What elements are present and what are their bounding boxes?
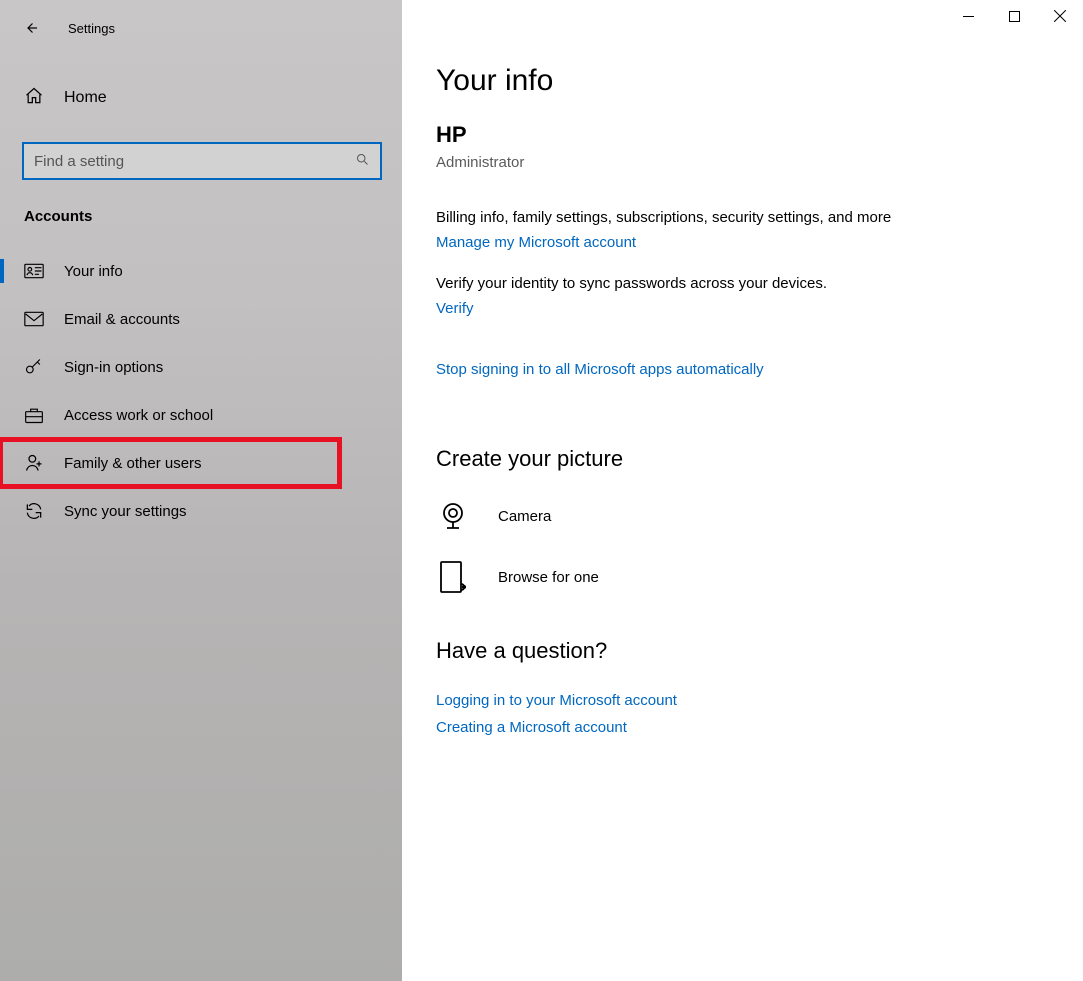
sidebar: Settings Home Accounts Your info Email &… xyxy=(0,0,402,981)
browse-option[interactable]: Browse for one xyxy=(436,560,1083,594)
sidebar-item-label: Access work or school xyxy=(64,407,213,424)
sidebar-item-sync-settings[interactable]: Sync your settings xyxy=(0,487,402,535)
user-card-icon xyxy=(24,263,44,279)
browse-label: Browse for one xyxy=(498,569,599,586)
close-button[interactable] xyxy=(1037,0,1083,32)
key-icon xyxy=(24,357,44,377)
sidebar-item-label: Sync your settings xyxy=(64,503,187,520)
window-controls xyxy=(945,0,1083,32)
person-add-icon xyxy=(24,453,44,473)
help-link-create[interactable]: Creating a Microsoft account xyxy=(436,719,1083,736)
manage-account-link[interactable]: Manage my Microsoft account xyxy=(436,234,636,251)
sidebar-item-label: Your info xyxy=(64,263,123,280)
home-label: Home xyxy=(64,89,107,107)
search-wrap xyxy=(22,142,382,180)
sidebar-home[interactable]: Home xyxy=(0,72,402,124)
search-input[interactable] xyxy=(34,153,355,170)
sidebar-item-access-work-school[interactable]: Access work or school xyxy=(0,391,402,439)
help-links: Logging in to your Microsoft account Cre… xyxy=(436,692,1083,736)
maximize-button[interactable] xyxy=(991,0,1037,32)
sidebar-item-email-accounts[interactable]: Email & accounts xyxy=(0,295,402,343)
mail-icon xyxy=(24,311,44,327)
app-title: Settings xyxy=(68,21,115,36)
stop-signin-link[interactable]: Stop signing in to all Microsoft apps au… xyxy=(436,361,764,378)
sidebar-item-your-info[interactable]: Your info xyxy=(0,247,402,295)
nav-list: Your info Email & accounts Sign-in optio… xyxy=(0,247,402,535)
sidebar-item-signin-options[interactable]: Sign-in options xyxy=(0,343,402,391)
briefcase-icon xyxy=(24,406,44,424)
back-arrow-icon[interactable] xyxy=(22,19,40,37)
camera-option[interactable]: Camera xyxy=(436,500,1083,532)
sidebar-item-family-other-users[interactable]: Family & other users xyxy=(0,439,340,487)
billing-text: Billing info, family settings, subscript… xyxy=(436,209,996,226)
sidebar-item-label: Family & other users xyxy=(64,455,202,472)
create-picture-heading: Create your picture xyxy=(436,446,1083,472)
search-box[interactable] xyxy=(22,142,382,180)
main-content: Your info HP Administrator Billing info,… xyxy=(402,0,1083,981)
sidebar-item-label: Email & accounts xyxy=(64,311,180,328)
sync-icon xyxy=(24,501,44,521)
minimize-button[interactable] xyxy=(945,0,991,32)
user-role: Administrator xyxy=(436,154,1083,171)
browse-icon xyxy=(436,560,470,594)
page-title: Your info xyxy=(436,64,1083,98)
sidebar-section-header: Accounts xyxy=(0,180,402,231)
titlebar: Settings xyxy=(0,8,402,48)
sidebar-item-label: Sign-in options xyxy=(64,359,163,376)
home-icon xyxy=(24,86,44,111)
verify-text: Verify your identity to sync passwords a… xyxy=(436,275,996,292)
camera-icon xyxy=(436,500,470,532)
camera-label: Camera xyxy=(498,508,551,525)
verify-link[interactable]: Verify xyxy=(436,300,474,317)
search-icon xyxy=(355,152,370,171)
question-heading: Have a question? xyxy=(436,638,1083,664)
help-link-login[interactable]: Logging in to your Microsoft account xyxy=(436,692,1083,709)
user-name: HP xyxy=(436,122,1083,148)
